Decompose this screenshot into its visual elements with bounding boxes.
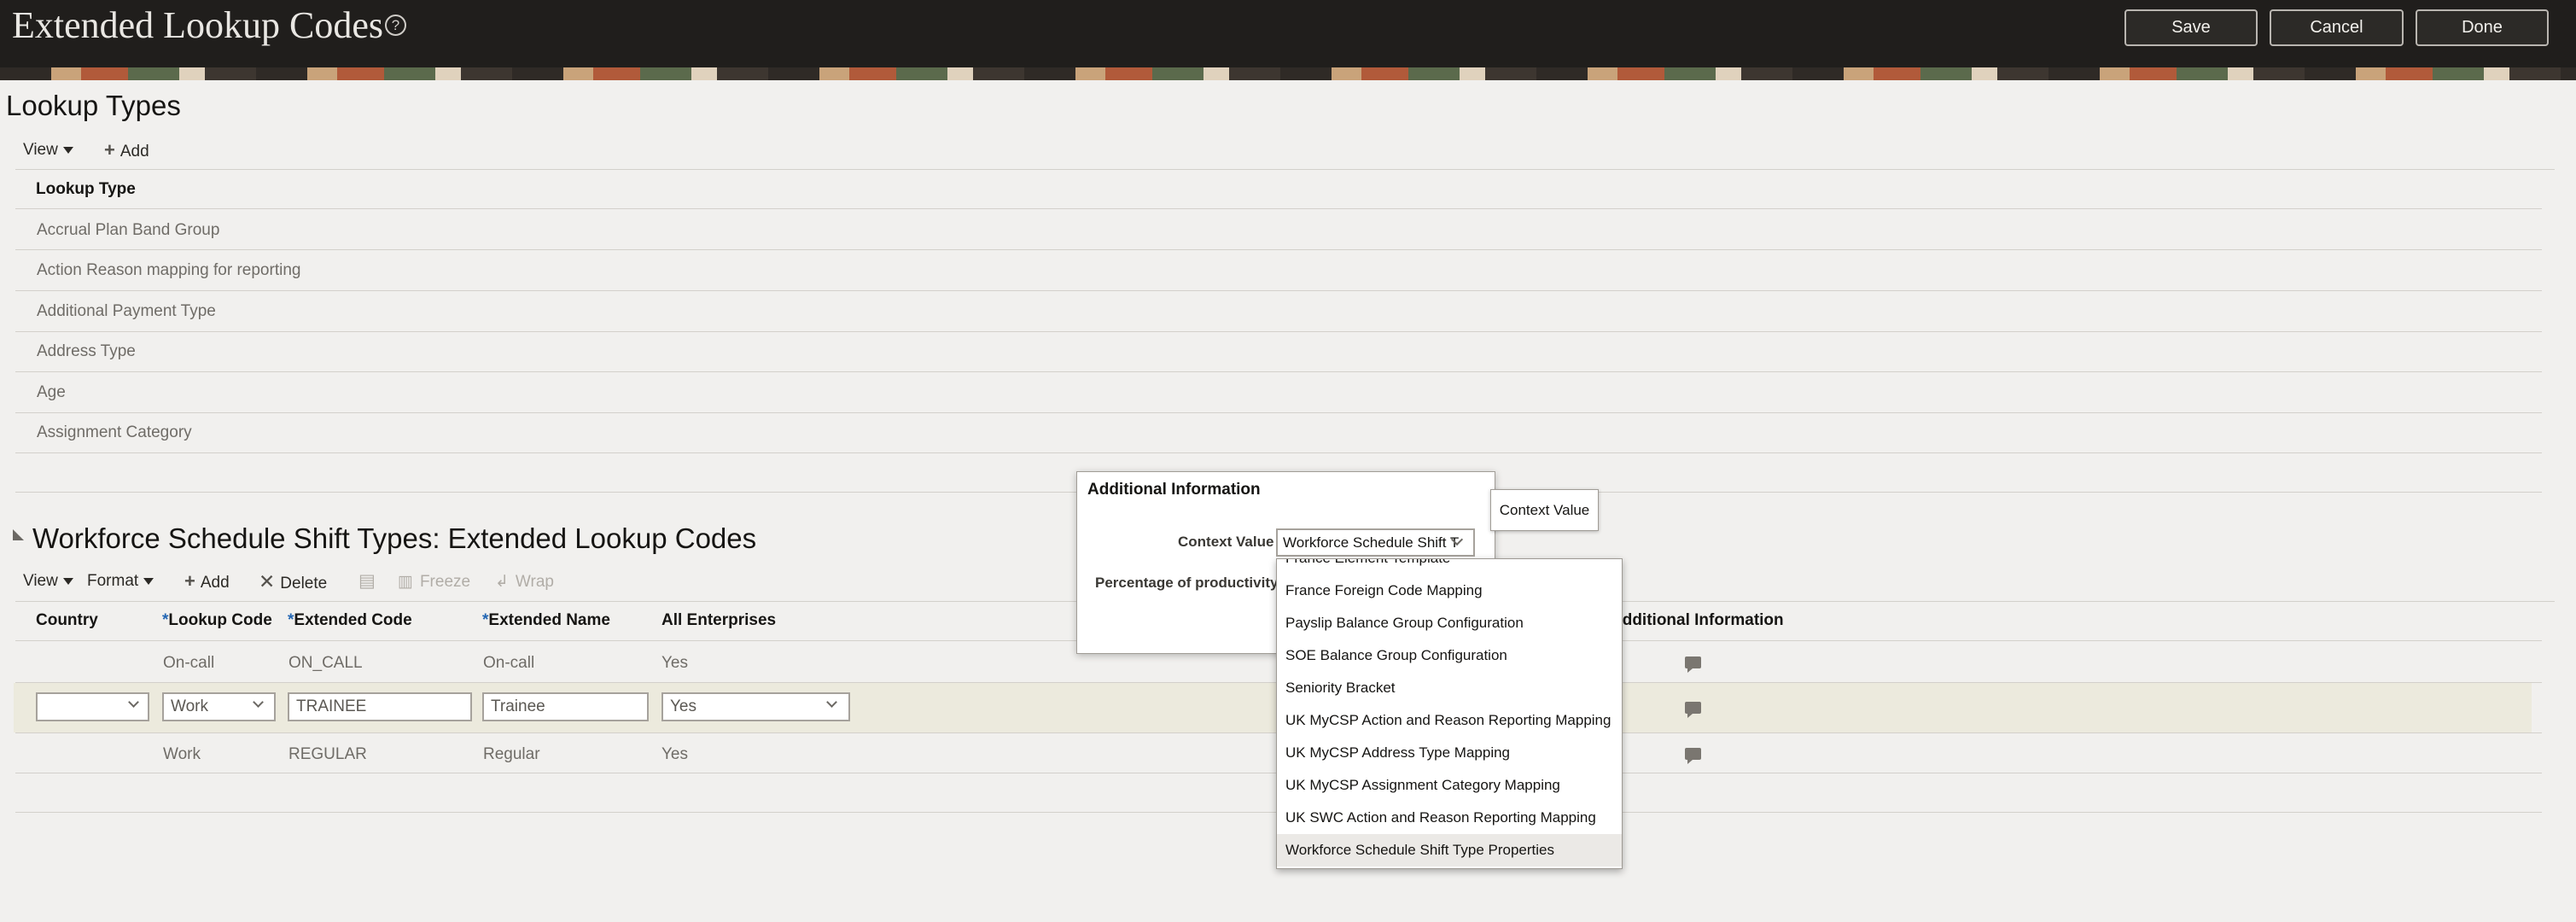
extended-name-cell[interactable]: On-call xyxy=(483,654,534,673)
listbox-option[interactable]: Seniority Bracket xyxy=(1277,672,1622,704)
divider xyxy=(15,208,2542,209)
caret-down-icon xyxy=(143,577,154,585)
context-value-label: Context Value xyxy=(1178,534,1274,550)
column-label: Lookup Code xyxy=(168,611,272,629)
view-menu-label: View xyxy=(23,141,58,159)
row-divider xyxy=(15,290,2542,291)
context-value-select[interactable]: Workforce Schedule Shift T xyxy=(1276,528,1475,557)
listbox-option[interactable]: SOE Balance Group Configuration xyxy=(1277,639,1622,672)
delete-label: Delete xyxy=(280,575,328,592)
extended-code-column-header[interactable]: *Extended Code xyxy=(288,611,412,630)
percentage-productivity-label: Percentage of productivity xyxy=(1095,575,1279,591)
lookup-type-row[interactable]: Address Type xyxy=(37,342,136,361)
country-column-header[interactable]: Country xyxy=(36,611,98,630)
extended-code-input[interactable]: TRAINEE xyxy=(288,692,472,721)
row-divider xyxy=(15,331,2542,332)
listbox-option[interactable]: UK MyCSP Action and Reason Reporting Map… xyxy=(1277,704,1622,737)
caret-down-icon xyxy=(62,577,73,585)
listbox-option[interactable]: UK MyCSP Assignment Category Mapping xyxy=(1277,769,1622,802)
lookup-type-row[interactable]: Assignment Category xyxy=(37,423,192,442)
listbox-option[interactable]: Payslip Balance Group Configuration xyxy=(1277,607,1622,639)
lookup-types-title: Lookup Types xyxy=(6,90,181,121)
lookup-view-menu[interactable]: View xyxy=(23,141,73,160)
plus-icon: + xyxy=(184,570,195,592)
row-divider xyxy=(15,249,2542,250)
row-divider xyxy=(15,412,2542,413)
extended-name-input[interactable]: Trainee xyxy=(482,692,649,721)
additional-info-icon[interactable] xyxy=(1685,748,1701,764)
all-enterprises-column-header[interactable]: All Enterprises xyxy=(661,611,776,630)
row-divider xyxy=(15,452,2542,453)
divider xyxy=(15,169,2555,170)
freeze-icon: ▥ xyxy=(398,573,413,591)
help-icon[interactable]: ? xyxy=(385,15,406,36)
add-label: Add xyxy=(119,143,149,160)
lookup-type-row[interactable]: Action Reason mapping for reporting xyxy=(37,261,300,280)
extended-name-cell[interactable]: Regular xyxy=(483,745,540,764)
column-label: Extended Code xyxy=(294,611,412,629)
row-divider xyxy=(15,371,2542,372)
format-menu-label: Format xyxy=(87,572,139,590)
lookup-type-column-header[interactable]: Lookup Type xyxy=(36,180,136,199)
context-value-tooltip: Context Value xyxy=(1490,489,1599,531)
listbox-option[interactable]: France Element Template xyxy=(1277,559,1622,575)
lookup-add-button[interactable]: + Add xyxy=(104,139,149,161)
freeze-label: Freeze xyxy=(419,573,471,591)
collapse-section-icon[interactable] xyxy=(13,529,24,540)
extended-code-cell[interactable]: REGULAR xyxy=(288,745,367,764)
view-menu-label: View xyxy=(23,572,58,590)
wrap-label: Wrap xyxy=(515,573,554,591)
lookup-type-row[interactable]: Additional Payment Type xyxy=(37,302,216,321)
listbox-option[interactable]: UK MyCSP Address Type Mapping xyxy=(1277,737,1622,769)
additional-info-icon[interactable] xyxy=(1685,702,1701,718)
lookup-code-column-header[interactable]: *Lookup Code xyxy=(162,611,272,630)
add-label: Add xyxy=(200,574,230,592)
codes-view-menu[interactable]: View xyxy=(23,572,73,591)
additional-info-icon[interactable] xyxy=(1685,656,1701,673)
edit-icon[interactable]: ▤ xyxy=(358,570,376,592)
codes-format-menu[interactable]: Format xyxy=(87,572,154,591)
codes-delete-button[interactable]: ✕ Delete xyxy=(259,570,327,593)
decorative-banner xyxy=(0,67,2576,80)
additional-information-column-header[interactable]: Additional Information xyxy=(1611,611,1784,630)
all-enterprises-cell[interactable]: Yes xyxy=(661,745,688,764)
save-button[interactable]: Save xyxy=(2124,9,2258,46)
all-enterprises-select[interactable]: Yes xyxy=(661,692,850,721)
extended-code-cell[interactable]: ON_CALL xyxy=(288,654,363,673)
column-label: Extended Name xyxy=(488,611,610,629)
extended-name-column-header[interactable]: *Extended Name xyxy=(482,611,610,630)
lookup-type-row[interactable]: Age xyxy=(37,383,66,402)
cancel-button[interactable]: Cancel xyxy=(2270,9,2404,46)
wrap-icon: ↲ xyxy=(495,573,509,591)
plus-icon: + xyxy=(104,139,115,160)
all-enterprises-cell[interactable]: Yes xyxy=(661,654,688,673)
lookup-code-cell[interactable]: On-call xyxy=(163,654,214,673)
app-header: Extended Lookup Codes ? Save Cancel Done xyxy=(0,0,2576,67)
context-value-listbox[interactable]: France Element Template France Foreign C… xyxy=(1276,558,1623,869)
page-title: Extended Lookup Codes xyxy=(12,4,384,46)
codes-freeze-button[interactable]: ▥ Freeze xyxy=(398,572,470,592)
dialog-title: Additional Information xyxy=(1087,481,1261,499)
codes-add-button[interactable]: + Add xyxy=(184,570,230,592)
lookup-type-row[interactable]: Accrual Plan Band Group xyxy=(37,221,219,240)
lookup-code-cell[interactable]: Work xyxy=(163,745,201,764)
listbox-option-selected[interactable]: Workforce Schedule Shift Type Properties xyxy=(1277,834,1622,867)
done-button[interactable]: Done xyxy=(2416,9,2549,46)
delete-x-icon: ✕ xyxy=(259,570,276,592)
codes-wrap-button[interactable]: ↲ Wrap xyxy=(495,572,554,592)
extended-codes-title: Workforce Schedule Shift Types: Extended… xyxy=(32,522,757,554)
caret-down-icon xyxy=(62,146,73,154)
listbox-option[interactable]: UK SWC Action and Reason Reporting Mappi… xyxy=(1277,802,1622,834)
listbox-option[interactable]: France Foreign Code Mapping xyxy=(1277,575,1622,607)
